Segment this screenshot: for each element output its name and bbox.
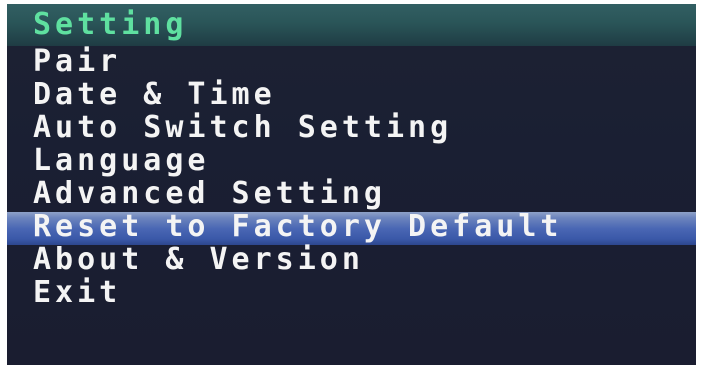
menu-item-label: Reset to Factory Default <box>33 209 563 244</box>
menu-item-label: Exit <box>33 275 122 310</box>
title-bar: Setting <box>7 4 696 46</box>
menu-item-label: Language <box>33 143 210 178</box>
menu-item-label: Auto Switch Setting <box>33 110 453 145</box>
menu-item-pair[interactable]: Pair <box>7 44 696 80</box>
menu-item-date-time[interactable]: Date & Time <box>7 77 696 113</box>
menu-item-reset-factory-default[interactable]: Reset to Factory Default <box>7 209 696 245</box>
menu-item-advanced-setting[interactable]: Advanced Setting <box>7 176 696 212</box>
menu-item-exit[interactable]: Exit <box>7 275 696 311</box>
osd-screen: Setting Pair Date & Time Auto Switch Set… <box>7 4 696 365</box>
menu-item-label: About & Version <box>33 242 364 277</box>
menu-item-auto-switch-setting[interactable]: Auto Switch Setting <box>7 110 696 146</box>
menu-item-label: Pair <box>33 44 122 79</box>
menu-item-label: Date & Time <box>33 77 276 112</box>
menu-item-about-version[interactable]: About & Version <box>7 242 696 278</box>
settings-menu: Pair Date & Time Auto Switch Setting Lan… <box>7 44 696 311</box>
menu-item-label: Advanced Setting <box>33 176 386 211</box>
page-title: Setting <box>33 7 188 42</box>
menu-item-language[interactable]: Language <box>7 143 696 179</box>
